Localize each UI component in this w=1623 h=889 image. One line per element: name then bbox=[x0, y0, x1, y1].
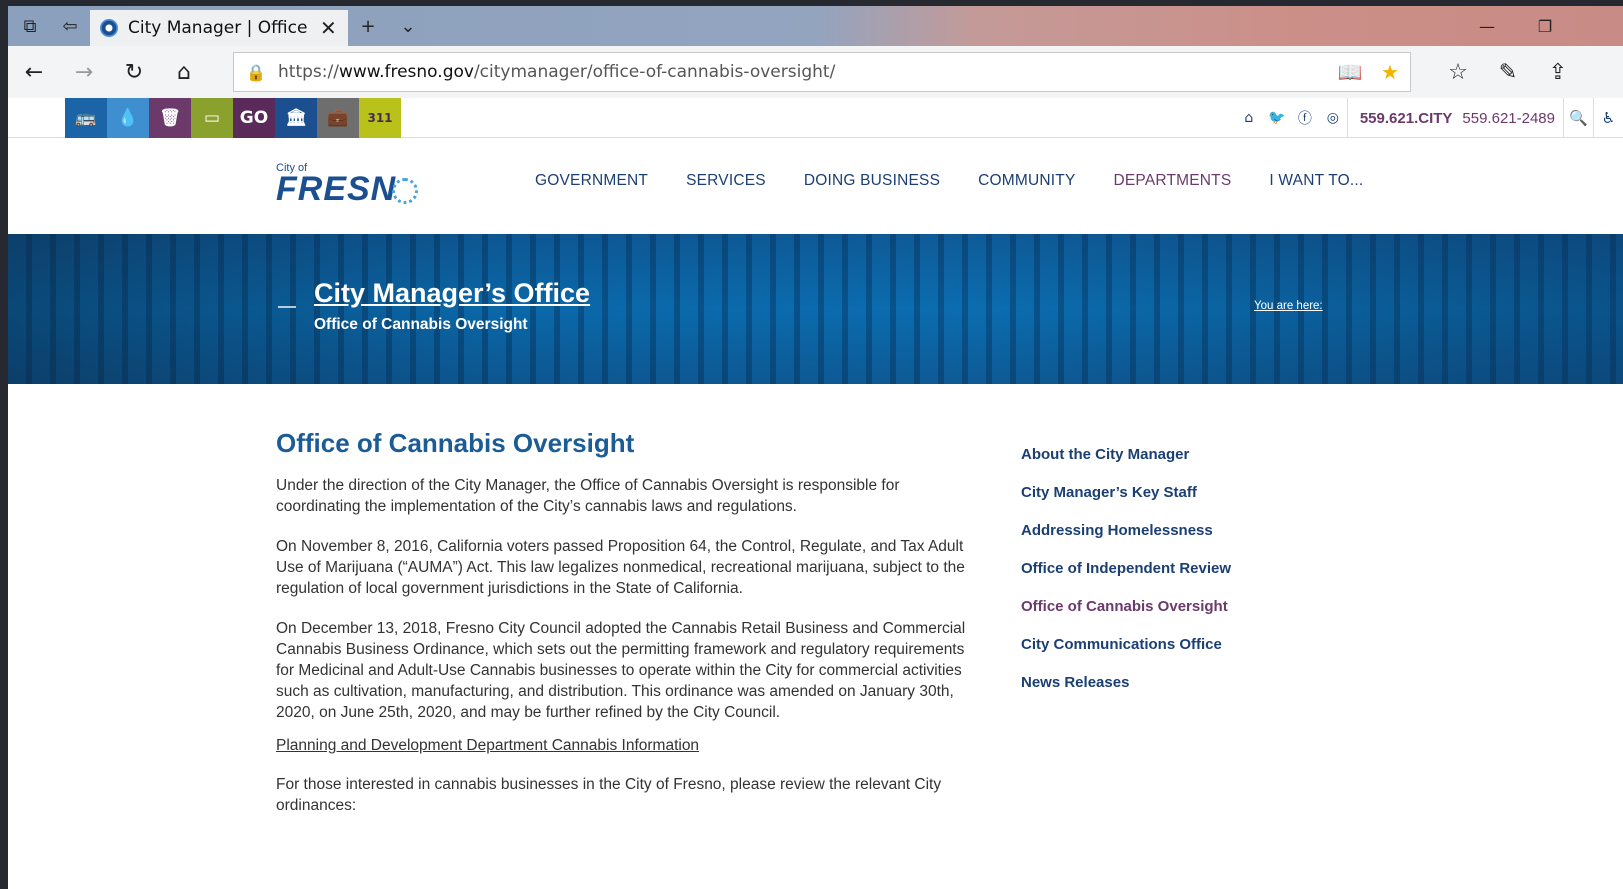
sidebar-item-cannabis-oversight[interactable]: Office of Cannabis Oversight bbox=[1021, 598, 1231, 636]
planning-cannabis-link[interactable]: Planning and Development Department Cann… bbox=[276, 737, 986, 755]
twitter-icon[interactable]: 🐦 bbox=[1263, 110, 1291, 126]
restore-icon[interactable]: ❐ bbox=[1518, 6, 1572, 46]
refresh-icon[interactable]: ↻ bbox=[114, 54, 154, 90]
new-tab-icon[interactable]: + bbox=[348, 6, 388, 46]
nav-government[interactable]: GOVERNMENT bbox=[535, 172, 648, 190]
quick-links: 🚌 💧 🗑 ▭ GO 🏛 💼 311 bbox=[65, 98, 401, 138]
go-icon[interactable]: GO bbox=[233, 98, 275, 138]
paragraph-intro: Under the direction of the City Manager,… bbox=[276, 477, 900, 515]
tab-list-chevron-icon[interactable]: ⌄ bbox=[388, 6, 428, 46]
sidebar-item-news[interactable]: News Releases bbox=[1021, 674, 1231, 712]
phone-number[interactable]: 559.621-2489 bbox=[1462, 110, 1563, 127]
browser-toolbar: ← → ↻ ⌂ 🔒 https://www.fresno.gov/cityman… bbox=[8, 46, 1623, 98]
nav-community[interactable]: COMMUNITY bbox=[978, 172, 1075, 190]
nav-services[interactable]: SERVICES bbox=[686, 172, 766, 190]
lock-icon: 🔒 bbox=[246, 62, 266, 82]
utility-right: ⌂ 🐦 ⓕ ◎ 559.621.CITY 559.621-2489 🔍 ♿ bbox=[1235, 98, 1623, 138]
breadcrumb[interactable]: You are here: bbox=[1254, 300, 1323, 312]
sun-logo-icon bbox=[392, 178, 419, 204]
pen-notes-icon[interactable]: ✎ bbox=[1488, 54, 1528, 90]
nav-i-want-to[interactable]: I WANT TO... bbox=[1269, 172, 1363, 190]
trash-icon[interactable]: 🗑 bbox=[149, 98, 191, 138]
hero-banner: City Manager’s Office Office of Cannabis… bbox=[8, 234, 1623, 384]
tab-title: City Manager | Office of Cannabis Oversi… bbox=[128, 18, 308, 38]
tab-actions-icon[interactable]: ⧉ bbox=[10, 6, 50, 46]
311-icon[interactable]: 311 bbox=[359, 98, 401, 138]
city-hall-icon[interactable]: 🏛 bbox=[275, 98, 317, 138]
water-drop-icon[interactable]: 💧 bbox=[107, 98, 149, 138]
phone-main[interactable]: 559.621.CITY bbox=[1346, 98, 1463, 138]
sidebar-item-independent-review[interactable]: Office of Independent Review bbox=[1021, 560, 1231, 598]
paragraph-ordinances: For those interested in cannabis busines… bbox=[276, 776, 942, 814]
sidebar-item-homelessness[interactable]: Addressing Homelessness bbox=[1021, 522, 1231, 560]
city-of-fresno-logo[interactable]: City of FRESN bbox=[276, 162, 436, 212]
close-tab-icon[interactable]: ✕ bbox=[320, 16, 337, 40]
share-icon[interactable]: ⇪ bbox=[1538, 54, 1578, 90]
url-text: https://www.fresno.gov/citymanager/offic… bbox=[278, 62, 836, 82]
sidebar-item-about[interactable]: About the City Manager bbox=[1021, 446, 1231, 484]
bus-icon[interactable]: 🚌 bbox=[65, 98, 107, 138]
hero-title[interactable]: City Manager’s Office bbox=[314, 278, 590, 309]
briefcase-icon[interactable]: 💼 bbox=[317, 98, 359, 138]
site-header: City of FRESN GOVERNMENT SERVICES DOING … bbox=[8, 138, 1623, 234]
payment-card-icon[interactable]: ▭ bbox=[191, 98, 233, 138]
home-icon[interactable]: ⌂ bbox=[164, 54, 204, 90]
favorite-star-icon[interactable]: ★ bbox=[1370, 60, 1410, 84]
set-aside-tabs-icon[interactable]: ⇦ bbox=[50, 6, 90, 46]
utility-bar: 🚌 💧 🗑 ▭ GO 🏛 💼 311 ⌂ 🐦 ⓕ ◎ 559.621.CITY 559.621… bbox=[8, 98, 1623, 138]
main-nav: GOVERNMENT SERVICES DOING BUSINESS COMMU… bbox=[535, 172, 1401, 190]
nav-doing-business[interactable]: DOING BUSINESS bbox=[804, 172, 940, 190]
sidebar-item-communications[interactable]: City Communications Office bbox=[1021, 636, 1231, 674]
browser-tab-bar: ⧉ ⇦ City Manager | Office of Cannabis Ov… bbox=[8, 6, 1623, 46]
search-icon[interactable]: 🔍 bbox=[1563, 98, 1593, 138]
address-bar[interactable]: 🔒 https://www.fresno.gov/citymanager/off… bbox=[233, 52, 1411, 92]
home-icon[interactable]: ⌂ bbox=[1235, 110, 1263, 126]
accessibility-icon[interactable]: ♿ bbox=[1593, 98, 1623, 138]
favorites-list-icon[interactable]: ☆ bbox=[1438, 54, 1478, 90]
nav-departments[interactable]: DEPARTMENTS bbox=[1114, 172, 1232, 190]
browser-tab-active[interactable]: City Manager | Office of Cannabis Oversi… bbox=[90, 10, 348, 46]
forward-arrow-icon[interactable]: → bbox=[64, 54, 104, 90]
minimize-icon[interactable]: — bbox=[1460, 6, 1514, 46]
instagram-icon[interactable]: ◎ bbox=[1319, 110, 1347, 126]
hero-subtitle: Office of Cannabis Oversight bbox=[314, 316, 528, 333]
paragraph-ordinance: On December 13, 2018, Fresno City Counci… bbox=[276, 620, 966, 721]
web-page: 🚌 💧 🗑 ▭ GO 🏛 💼 311 ⌂ 🐦 ⓕ ◎ 559.621.CITY 559.621… bbox=[8, 98, 1623, 889]
page-title: Office of Cannabis Oversight bbox=[276, 428, 635, 458]
reading-view-icon[interactable]: 📖 bbox=[1330, 60, 1370, 84]
main-content: Office of Cannabis Oversight Under the d… bbox=[276, 428, 986, 835]
back-arrow-icon[interactable]: ← bbox=[14, 54, 54, 90]
sidebar-item-key-staff[interactable]: City Manager’s Key Staff bbox=[1021, 484, 1231, 522]
sidebar-nav: About the City Manager City Manager’s Ke… bbox=[1021, 446, 1231, 712]
facebook-icon[interactable]: ⓕ bbox=[1291, 108, 1319, 128]
paragraph-prop64: On November 8, 2016, California voters p… bbox=[276, 538, 965, 597]
fresno-favicon-icon bbox=[100, 19, 118, 37]
